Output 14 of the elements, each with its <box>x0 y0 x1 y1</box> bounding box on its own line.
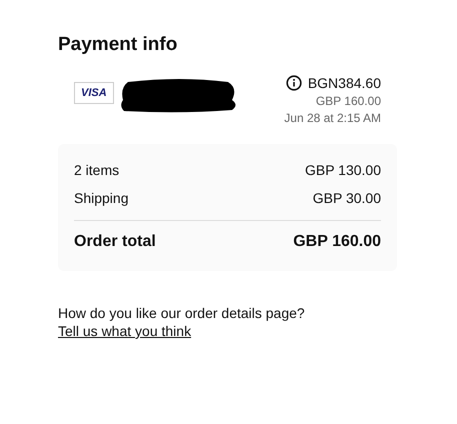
section-title: Payment info <box>58 34 178 56</box>
total-label: Order total <box>74 233 156 251</box>
line-amount: GBP 30.00 <box>312 190 381 206</box>
line-amount: GBP 130.00 <box>304 162 381 178</box>
payment-amount: BGN384.60 <box>308 75 381 91</box>
card-brand-logo: VISA <box>74 82 114 104</box>
payment-date: Jun 28 at 2:15 AM <box>284 111 381 125</box>
line-label: Shipping <box>74 190 128 206</box>
feedback-link[interactable]: Tell us what you think <box>58 323 192 339</box>
total-amount: GBP 160.00 <box>293 233 381 251</box>
info-icon[interactable] <box>286 75 302 91</box>
line-label: 2 items <box>74 162 120 178</box>
feedback-question: How do you like our order details page? <box>58 305 306 321</box>
converted-amount: GBP 160.00 <box>316 94 381 108</box>
